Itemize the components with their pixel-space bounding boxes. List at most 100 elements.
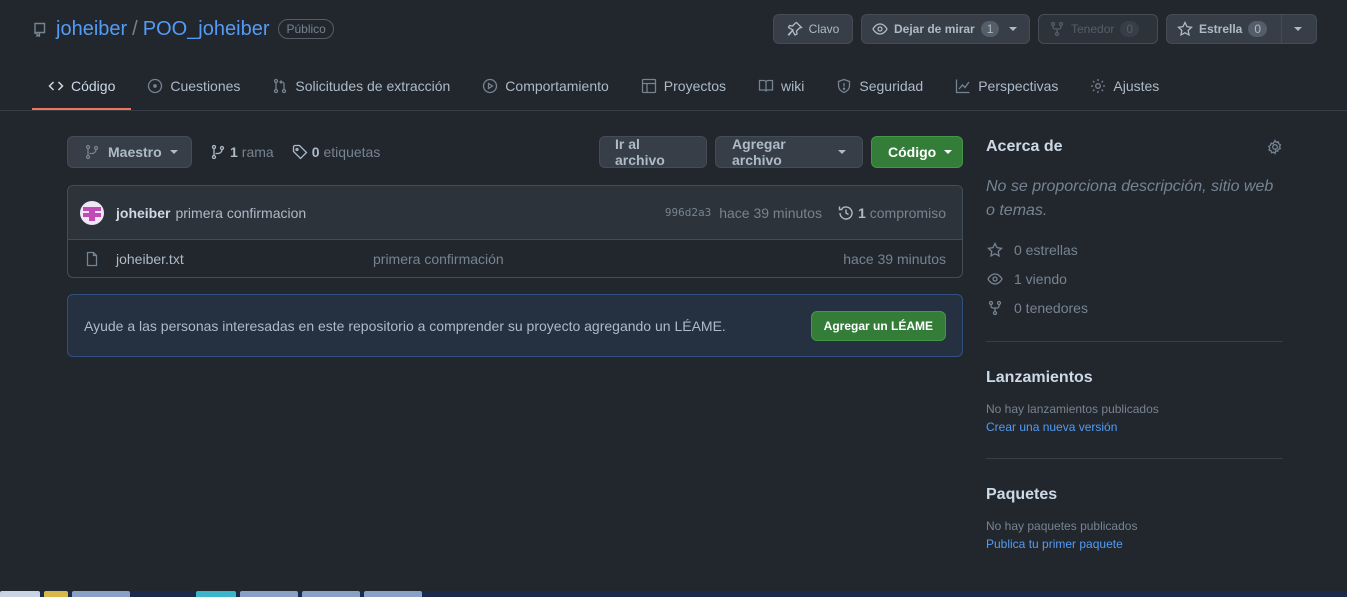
fork-button[interactable]: Tenedor 0: [1038, 14, 1158, 44]
taskbar-item[interactable]: [364, 591, 422, 597]
repo-icon: [32, 21, 48, 37]
commit-meta: 996d2a3 hace 39 minutos 1 compromiso: [665, 205, 946, 221]
releases-note: No hay lanzamientos publicados: [986, 402, 1159, 416]
tab-projects[interactable]: Proyectos: [625, 62, 742, 110]
repo-sidebar: Acerca de No se proporciona descripción,…: [986, 135, 1283, 551]
repo-header-actions: Clavo Dejar de mirar 1 Tenedor 0 Estrell…: [773, 14, 1317, 44]
file-age: hace 39 minutos: [843, 251, 946, 267]
tab-label: Código: [71, 78, 116, 94]
taskbar-item[interactable]: [240, 591, 298, 597]
repo-separator: /: [132, 17, 138, 40]
chevron-down-icon: [169, 149, 178, 154]
commit-count: 1: [857, 204, 866, 221]
gear-icon: [1090, 78, 1106, 94]
chevron-down-icon: [944, 149, 953, 154]
commit-author-link[interactable]: joheiber: [116, 205, 170, 221]
watch-count: 1: [980, 21, 1000, 37]
visibility-badge: Público: [278, 19, 334, 39]
star-button[interactable]: Estrella 0: [1166, 14, 1282, 44]
code-clone-button[interactable]: Código: [871, 135, 963, 168]
watchers-link[interactable]: 1 viendo: [986, 269, 1283, 288]
branch-word: rama: [241, 143, 274, 160]
readme-prompt: Ayude a las personas interesadas en este…: [67, 294, 963, 357]
branches-link[interactable]: 1 rama: [210, 144, 274, 160]
taskbar-item[interactable]: [302, 591, 360, 597]
tab-actions[interactable]: Comportamiento: [466, 62, 625, 110]
forks-count: 0 tenedores: [1014, 299, 1088, 316]
tab-settings[interactable]: Ajustes: [1074, 62, 1175, 110]
tab-label: Solicitudes de extracción: [295, 78, 451, 94]
pull-request-icon: [272, 78, 288, 94]
stars-link[interactable]: 0 estrellas: [986, 240, 1283, 259]
fork-icon: [986, 300, 1004, 316]
eye-icon: [872, 21, 888, 37]
fork-label: Tenedor: [1071, 22, 1115, 36]
tab-wiki[interactable]: wiki: [742, 62, 820, 110]
file-commit-message-link[interactable]: primera confirmación: [373, 251, 504, 267]
watch-button[interactable]: Dejar de mirar 1: [861, 14, 1030, 44]
graph-icon: [955, 78, 971, 94]
tab-pull-requests[interactable]: Solicitudes de extracción: [256, 62, 466, 110]
tag-word: etiquetas: [323, 143, 381, 160]
sidebar-divider: [986, 341, 1283, 342]
repo-name-link[interactable]: POO_joheiber: [143, 18, 270, 41]
tab-security[interactable]: Seguridad: [820, 62, 939, 110]
gear-icon[interactable]: [1267, 139, 1283, 155]
fork-count: 0: [1120, 21, 1140, 37]
chevron-down-icon: [1009, 27, 1018, 31]
table-icon: [641, 78, 657, 94]
add-file-label: Agregar archivo: [732, 135, 786, 168]
branch-icon: [84, 144, 100, 160]
tab-label: Ajustes: [1113, 78, 1160, 94]
tag-icon: [292, 144, 308, 160]
code-icon: [48, 78, 64, 94]
star-list-dropdown[interactable]: [1282, 14, 1317, 44]
tags-link[interactable]: 0 etiquetas: [292, 143, 381, 160]
tab-label: Seguridad: [859, 78, 924, 94]
star-label: Estrella: [1199, 22, 1243, 36]
issue-icon: [147, 78, 163, 94]
fork-icon: [1049, 21, 1065, 37]
go-to-file-button[interactable]: Ir al archivo: [599, 135, 707, 168]
about-title: Acerca de: [986, 138, 1063, 155]
taskbar-item[interactable]: [0, 591, 40, 597]
tab-issues[interactable]: Cuestiones: [131, 62, 256, 110]
taskbar-item[interactable]: [44, 591, 68, 597]
eye-icon: [986, 271, 1004, 287]
packages-title[interactable]: Paquetes: [986, 483, 1283, 507]
commit-sha-link[interactable]: 996d2a3: [665, 206, 711, 219]
latest-commit-bar: joheiber primera confirmacion 996d2a3 ha…: [68, 186, 962, 240]
chevron-down-icon: [838, 149, 846, 154]
repo-tabs: Código Cuestiones Solicitudes de extracc…: [32, 62, 1347, 111]
tag-count: 0: [311, 143, 320, 160]
about-description: No se proporciona descripción, sitio web…: [986, 178, 1274, 219]
tab-insights[interactable]: Perspectivas: [939, 62, 1074, 110]
tab-code[interactable]: Código: [32, 62, 132, 110]
add-readme-button[interactable]: Agregar un LÉAME: [810, 310, 946, 341]
add-file-button[interactable]: Agregar archivo: [715, 135, 863, 168]
pin-icon: [787, 21, 803, 37]
tab-label: Perspectivas: [978, 78, 1059, 94]
branch-icon: [210, 144, 226, 160]
file-icon: [84, 251, 100, 267]
watchers-count: 1 viendo: [1014, 270, 1067, 287]
taskbar-item[interactable]: [72, 591, 130, 597]
commit-age: hace 39 minutos: [719, 204, 822, 221]
taskbar-item[interactable]: [134, 591, 192, 597]
avatar[interactable]: [80, 200, 104, 225]
file-name-link[interactable]: joheiber.txt: [116, 251, 373, 267]
commit-message-link[interactable]: primera confirmacion: [175, 205, 306, 221]
tab-label: Cuestiones: [170, 78, 241, 94]
releases-title[interactable]: Lanzamientos: [986, 366, 1283, 390]
taskbar-item[interactable]: [196, 591, 236, 597]
publish-package-link[interactable]: Publica tu primer paquete: [986, 537, 1283, 551]
tab-label: Comportamiento: [505, 78, 609, 94]
create-release-link[interactable]: Crear una nueva versión: [986, 420, 1283, 434]
forks-link[interactable]: 0 tenedores: [986, 298, 1283, 317]
branch-select-button[interactable]: Maestro: [67, 135, 192, 168]
commits-history-link[interactable]: 1 compromiso: [838, 205, 946, 221]
tab-label: wiki: [781, 78, 805, 94]
pin-button[interactable]: Clavo: [773, 14, 853, 44]
repo-owner-link[interactable]: joheiber: [56, 18, 127, 41]
commit-count-word: compromiso: [869, 204, 946, 221]
